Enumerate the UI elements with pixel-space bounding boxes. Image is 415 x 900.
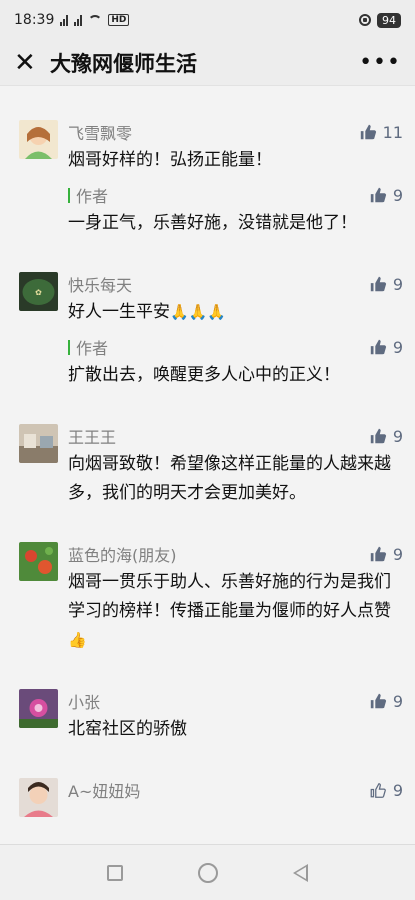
comment-list[interactable]: 飞雪飘零 11 烟哥好样的！弘扬正能量！ 作者 9 一身正气，乐善好施，没错就是… (0, 86, 415, 844)
comment-author: 王王王 (68, 428, 117, 447)
status-time: 18:39 (14, 12, 55, 28)
author-tag: 作者 (68, 183, 369, 207)
avatar[interactable] (19, 120, 58, 159)
wifi-icon (88, 15, 103, 25)
comment-body: 王王王 9 向烟哥致敬！希望像这样正能量的人越来越多，我们的明天才会更加美好。 (68, 424, 403, 508)
comment-body: 飞雪飘零 11 烟哥好样的！弘扬正能量！ 作者 9 一身正气，乐善好施，没错就是… (68, 120, 403, 238)
avatar[interactable] (19, 778, 58, 817)
comment-header: 快乐每天 9 (68, 272, 403, 296)
like-count: 9 (392, 544, 403, 564)
comment-header: 小张 9 (68, 689, 403, 713)
thumbs-up-emoji-icon: 👍 (68, 631, 87, 649)
reply-text: 扩散出去，唤醒更多人心中的正义！ (68, 365, 340, 385)
comment-header: 蓝色的海(朋友) 9 (68, 542, 403, 566)
comment-text: 向烟哥致敬！希望像这样正能量的人越来越多，我们的明天才会更加美好。 (68, 454, 391, 503)
comment-body: A~妞妞妈 9 (68, 778, 403, 817)
system-nav-bar (0, 844, 415, 900)
thumbs-up-icon (370, 428, 386, 444)
comment-header: A~妞妞妈 9 (68, 778, 403, 802)
like-button[interactable]: 9 (369, 692, 403, 711)
comment-item: 蓝色的海(朋友) 9 烟哥一贯乐于助人、乐善好施的行为是我们学习的榜样！传播正能… (0, 508, 415, 655)
comment-body: 快乐每天 9 好人一生平安🙏🙏🙏 作者 9 扩散出去，唤醒更多人心中的正义！ (68, 272, 403, 390)
comment-text: 烟哥一贯乐于助人、乐善好施的行为是我们学习的榜样！传播正能量为偃师的好人点赞 (68, 572, 391, 621)
comment-author: 蓝色的海(朋友) (68, 546, 177, 565)
comment-author: A~妞妞妈 (68, 782, 141, 801)
comment-body: 小张 9 北窑社区的骄傲 (68, 689, 403, 744)
like-button[interactable]: 9 (369, 338, 403, 357)
avatar[interactable] (19, 689, 58, 728)
like-count: 9 (392, 274, 403, 294)
recent-apps-icon[interactable] (107, 864, 124, 881)
pray-emoji-icon: 🙏🙏🙏 (170, 303, 227, 321)
like-count: 9 (392, 337, 403, 357)
thumbs-up-icon (370, 546, 386, 562)
comment-header: 王王王 9 (68, 424, 403, 448)
avatar[interactable]: ✿ (19, 272, 58, 311)
like-button[interactable]: 9 (369, 545, 403, 564)
nav-bar: ✕ 大豫网偃师生活 ••• (0, 40, 415, 86)
status-bar: 18:39 HD 94 (0, 0, 415, 40)
comment-body: 蓝色的海(朋友) 9 烟哥一贯乐于助人、乐善好施的行为是我们学习的榜样！传播正能… (68, 542, 403, 655)
comment-text-line: 好人一生平安🙏🙏🙏 (68, 298, 403, 327)
status-right: 94 (359, 12, 401, 28)
author-tag: 作者 (68, 335, 369, 359)
comment-item: 飞雪飘零 11 烟哥好样的！弘扬正能量！ 作者 9 一身正气，乐善好施，没错就是… (0, 86, 415, 238)
signal-icon-2 (74, 14, 83, 26)
author-reply: 作者 9 一身正气，乐善好施，没错就是他了！ (68, 183, 403, 238)
thumbs-up-icon (360, 124, 376, 140)
like-count: 9 (392, 185, 403, 205)
comment-header: 飞雪飘零 11 (68, 120, 403, 144)
more-options-icon[interactable]: ••• (359, 50, 401, 75)
like-count: 9 (392, 426, 403, 446)
thumbs-up-icon (370, 187, 386, 203)
back-icon[interactable] (292, 863, 308, 882)
avatar[interactable] (19, 542, 58, 581)
comment-author: 飞雪飘零 (68, 124, 133, 143)
like-button[interactable]: 11 (359, 123, 403, 142)
reply-text: 一身正气，乐善好施，没错就是他了！ (68, 213, 357, 233)
page-title: 大豫网偃师生活 (50, 51, 197, 76)
author-marker (68, 187, 70, 203)
like-count: 9 (392, 780, 403, 800)
author-label: 作者 (76, 339, 109, 358)
comment-text: 好人一生平安 (68, 302, 170, 322)
reply-header: 作者 9 (68, 335, 403, 359)
signal-icon (60, 14, 69, 26)
network-type-badge: HD (108, 14, 130, 26)
like-button[interactable]: 9 (369, 427, 403, 446)
author-marker (68, 339, 70, 355)
author-label: 作者 (76, 187, 109, 206)
battery-indicator: 94 (377, 12, 401, 28)
like-count: 11 (382, 122, 403, 142)
status-left: 18:39 HD (14, 12, 130, 28)
comment-author: 小张 (68, 693, 101, 712)
like-button[interactable]: 9 (369, 275, 403, 294)
rotation-lock-icon (359, 14, 371, 26)
comment-author: 快乐每天 (68, 276, 133, 295)
comment-text: 烟哥好样的！弘扬正能量！ (68, 150, 272, 170)
svg-text:✿: ✿ (35, 288, 42, 297)
thumbs-up-icon (370, 693, 386, 709)
avatar[interactable] (19, 424, 58, 463)
comment-item: A~妞妞妈 9 (0, 744, 415, 817)
like-count: 9 (392, 691, 403, 711)
thumbs-up-icon (370, 276, 386, 292)
author-reply: 作者 9 扩散出去，唤醒更多人心中的正义！ (68, 335, 403, 390)
thumbs-up-outline-icon (370, 783, 386, 798)
thumbs-up-icon (370, 339, 386, 355)
close-icon[interactable]: ✕ (14, 48, 42, 78)
home-icon[interactable] (197, 862, 218, 883)
comment-text: 北窑社区的骄傲 (68, 719, 187, 739)
comment-item: ✿ 快乐每天 9 好人一生平安🙏🙏🙏 作者 9 扩散出去，唤醒更多人心中的正义！ (0, 238, 415, 390)
like-button[interactable]: 9 (369, 781, 403, 800)
comment-text-line: 烟哥一贯乐于助人、乐善好施的行为是我们学习的榜样！传播正能量为偃师的好人点赞 👍 (68, 568, 403, 655)
comment-item: 小张 9 北窑社区的骄傲 (0, 655, 415, 744)
comment-item: 王王王 9 向烟哥致敬！希望像这样正能量的人越来越多，我们的明天才会更加美好。 (0, 390, 415, 508)
reply-header: 作者 9 (68, 183, 403, 207)
like-button[interactable]: 9 (369, 186, 403, 205)
